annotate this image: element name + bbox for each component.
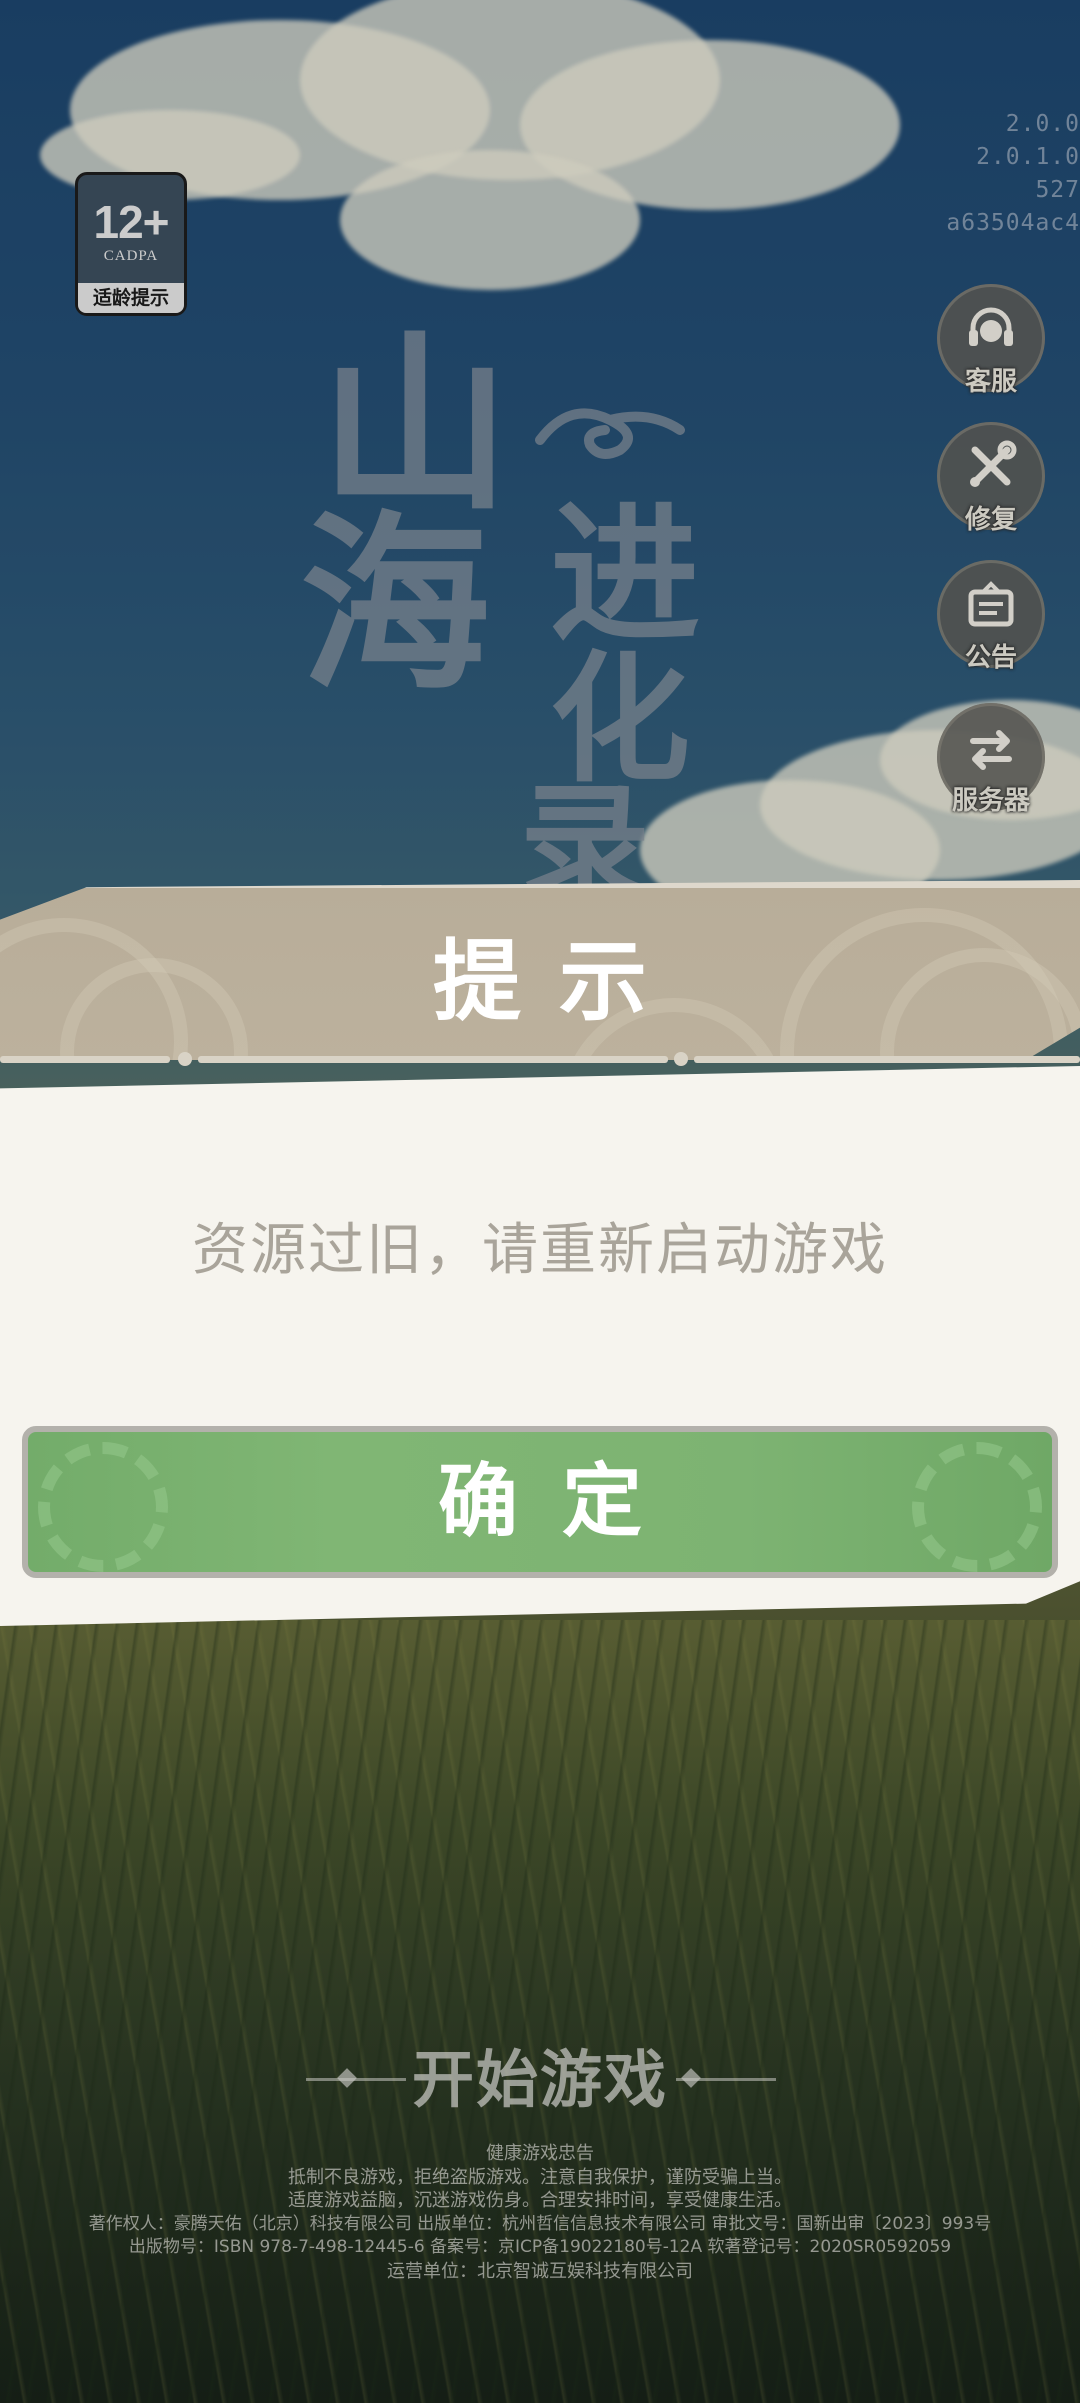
footer-line: 著作权人：豪腾天佑（北京）科技有限公司 出版单位：杭州哲信信息技术有限公司 审批… <box>88 2213 992 2234</box>
footer-line: 抵制不良游戏，拒绝盗版游戏。注意自我保护，谨防受骗上当。 <box>288 2166 792 2188</box>
confirm-button-label: 确定 <box>438 1455 686 1548</box>
dialog-message: 资源过旧，请重新启动游戏 <box>192 1218 888 1283</box>
start-game-label: 开始游戏 <box>411 2043 668 2116</box>
dialog-title: 提示 <box>432 930 685 1033</box>
confirm-button[interactable]: 确定 <box>22 1426 1058 1578</box>
footer-line: 健康游戏忠告 <box>486 2143 594 2164</box>
health-advisory-footer: 健康游戏忠告 抵制不良游戏，拒绝盗版游戏。注意自我保护，谨防受骗上当。 适度游戏… <box>0 2142 1080 2283</box>
footer-line: 运营单位：北京智诚互娱科技有限公司 <box>387 2260 693 2282</box>
footer-line: 适度游戏益脑，沉迷游戏伤身。合理安排时间，享受健康生活。 <box>288 2190 792 2211</box>
game-launch-screen: 2.0.0 2.0.1.0 527 a63504ac4 12+ CADPA 适龄… <box>0 0 1080 2403</box>
alert-dialog: 提示 资源过旧，请重新启动游戏 确定 <box>0 880 1080 1660</box>
footer-line: 出版物号：ISBN 978-7-498-12445-6 备案号：京ICP备190… <box>128 2237 952 2257</box>
start-game-button[interactable]: 开始游戏 <box>0 2040 1080 2120</box>
dialog-divider <box>0 1052 1080 1066</box>
